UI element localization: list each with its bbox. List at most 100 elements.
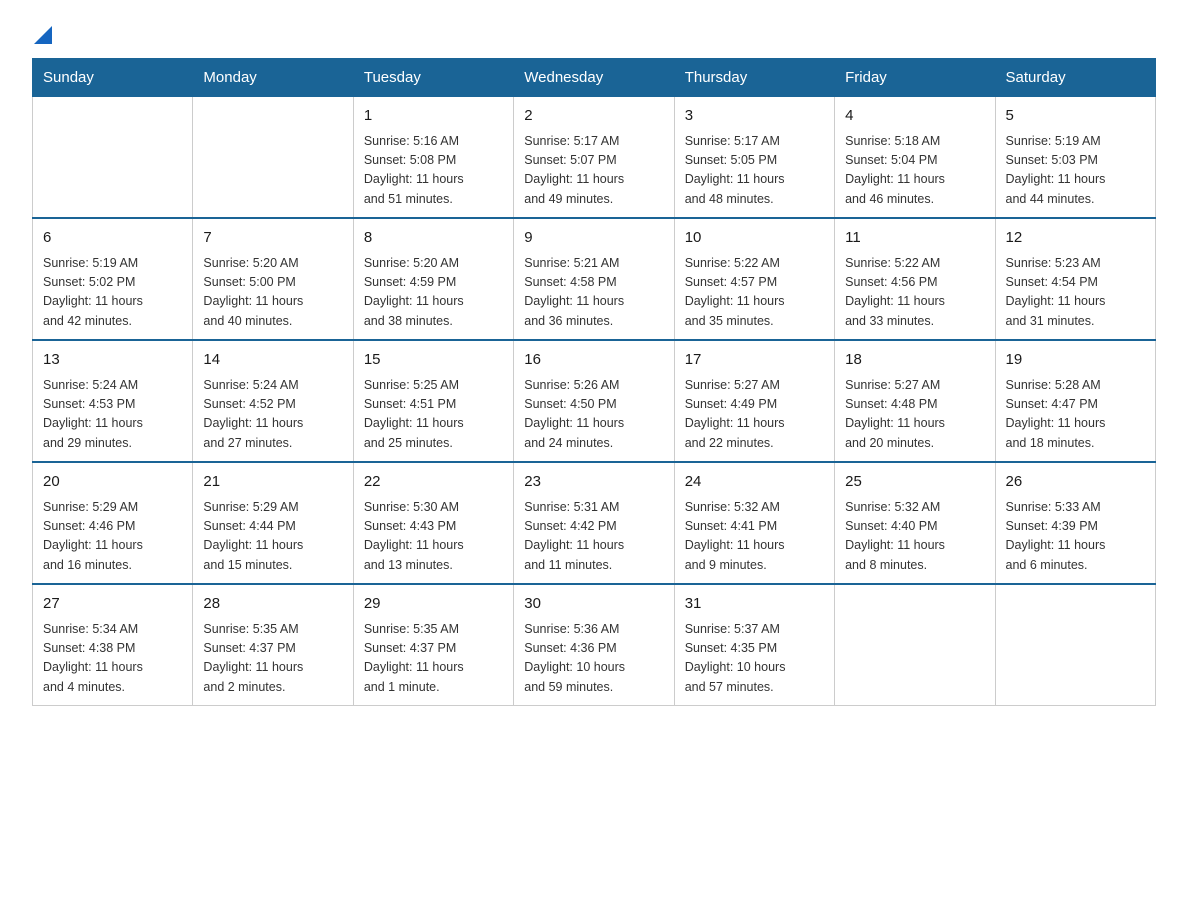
calendar-cell: 6Sunrise: 5:19 AM Sunset: 5:02 PM Daylig… (33, 218, 193, 340)
day-number: 3 (685, 105, 824, 128)
calendar-cell: 27 Sunrise: 5:34 AM Sunset: 4:38 PM Dayli… (33, 584, 193, 706)
day-info: Sunrise: 5:32 AM Sunset: 4:41 PM Dayligh… (685, 498, 824, 576)
calendar-cell: 15 Sunrise: 5:25 AM Sunset: 4:51 PM Dayli… (353, 340, 513, 462)
day-number: 17 (685, 349, 824, 372)
day-info: Sunrise: 5:22 AM Sunset: 4:56 PM Dayligh… (845, 254, 984, 332)
calendar-table: SundayMondayTuesdayWednesdayThursdayFrid… (32, 58, 1156, 706)
day-number: 5 (1006, 105, 1145, 128)
calendar-cell: 4Sunrise: 5:18 AM Sunset: 5:04 PM Daylig… (835, 97, 995, 219)
calendar-cell: 23 Sunrise: 5:31 AM Sunset: 4:42 PM Dayli… (514, 462, 674, 584)
day-info: Sunrise: 5:22 AM Sunset: 4:57 PM Dayligh… (685, 254, 824, 332)
day-info: Sunrise: 5:32 AM Sunset: 4:40 PM Dayligh… (845, 498, 984, 576)
weekday-header-thursday: Thursday (674, 59, 834, 97)
calendar-cell: 28 Sunrise: 5:35 AM Sunset: 4:37 PM Dayli… (193, 584, 353, 706)
day-number: 14 (203, 349, 342, 372)
day-number: 15 (364, 349, 503, 372)
weekday-header-sunday: Sunday (33, 59, 193, 97)
calendar-cell: 1 Sunrise: 5:16 AM Sunset: 5:08 PM Daylig… (353, 97, 513, 219)
day-info: Sunrise: 5:34 AM Sunset: 4:38 PM Dayligh… (43, 620, 182, 698)
calendar-cell: 18Sunrise: 5:27 AM Sunset: 4:48 PM Dayli… (835, 340, 995, 462)
calendar-cell: 14 Sunrise: 5:24 AM Sunset: 4:52 PM Dayli… (193, 340, 353, 462)
day-info: Sunrise: 5:29 AM Sunset: 4:46 PM Dayligh… (43, 498, 182, 576)
calendar-cell: 25 Sunrise: 5:32 AM Sunset: 4:40 PM Dayli… (835, 462, 995, 584)
day-number: 23 (524, 471, 663, 494)
day-info: Sunrise: 5:31 AM Sunset: 4:42 PM Dayligh… (524, 498, 663, 576)
day-number: 4 (845, 105, 984, 128)
logo (32, 28, 54, 46)
calendar-cell: 20 Sunrise: 5:29 AM Sunset: 4:46 PM Dayli… (33, 462, 193, 584)
weekday-header-saturday: Saturday (995, 59, 1155, 97)
day-info: Sunrise: 5:26 AM Sunset: 4:50 PM Dayligh… (524, 376, 663, 454)
day-number: 22 (364, 471, 503, 494)
day-info: Sunrise: 5:35 AM Sunset: 4:37 PM Dayligh… (364, 620, 503, 698)
day-number: 18 (845, 349, 984, 372)
day-number: 26 (1006, 471, 1145, 494)
calendar-cell (33, 97, 193, 219)
day-number: 21 (203, 471, 342, 494)
day-number: 9 (524, 227, 663, 250)
day-info: Sunrise: 5:35 AM Sunset: 4:37 PM Dayligh… (203, 620, 342, 698)
day-number: 24 (685, 471, 824, 494)
calendar-cell: 8 Sunrise: 5:20 AM Sunset: 4:59 PM Daylig… (353, 218, 513, 340)
calendar-cell (193, 97, 353, 219)
calendar-week-row: 1 Sunrise: 5:16 AM Sunset: 5:08 PM Daylig… (33, 97, 1156, 219)
day-info: Sunrise: 5:19 AM Sunset: 5:02 PM Dayligh… (43, 254, 182, 332)
day-info: Sunrise: 5:20 AM Sunset: 4:59 PM Dayligh… (364, 254, 503, 332)
day-number: 2 (524, 105, 663, 128)
weekday-header-friday: Friday (835, 59, 995, 97)
day-number: 10 (685, 227, 824, 250)
day-info: Sunrise: 5:16 AM Sunset: 5:08 PM Dayligh… (364, 132, 503, 210)
day-info: Sunrise: 5:24 AM Sunset: 4:53 PM Dayligh… (43, 376, 182, 454)
calendar-week-row: 27 Sunrise: 5:34 AM Sunset: 4:38 PM Dayli… (33, 584, 1156, 706)
day-number: 11 (845, 227, 984, 250)
day-number: 8 (364, 227, 503, 250)
day-info: Sunrise: 5:36 AM Sunset: 4:36 PM Dayligh… (524, 620, 663, 698)
calendar-cell: 12 Sunrise: 5:23 AM Sunset: 4:54 PM Dayli… (995, 218, 1155, 340)
day-info: Sunrise: 5:30 AM Sunset: 4:43 PM Dayligh… (364, 498, 503, 576)
day-info: Sunrise: 5:20 AM Sunset: 5:00 PM Dayligh… (203, 254, 342, 332)
calendar-cell: 21 Sunrise: 5:29 AM Sunset: 4:44 PM Dayli… (193, 462, 353, 584)
calendar-cell: 5 Sunrise: 5:19 AM Sunset: 5:03 PM Daylig… (995, 97, 1155, 219)
day-info: Sunrise: 5:33 AM Sunset: 4:39 PM Dayligh… (1006, 498, 1145, 576)
weekday-header-monday: Monday (193, 59, 353, 97)
day-info: Sunrise: 5:17 AM Sunset: 5:07 PM Dayligh… (524, 132, 663, 210)
day-info: Sunrise: 5:21 AM Sunset: 4:58 PM Dayligh… (524, 254, 663, 332)
calendar-cell: 24 Sunrise: 5:32 AM Sunset: 4:41 PM Dayli… (674, 462, 834, 584)
calendar-week-row: 13 Sunrise: 5:24 AM Sunset: 4:53 PM Dayli… (33, 340, 1156, 462)
calendar-cell: 9 Sunrise: 5:21 AM Sunset: 4:58 PM Daylig… (514, 218, 674, 340)
weekday-header-row: SundayMondayTuesdayWednesdayThursdayFrid… (33, 59, 1156, 97)
day-info: Sunrise: 5:19 AM Sunset: 5:03 PM Dayligh… (1006, 132, 1145, 210)
day-number: 1 (364, 105, 503, 128)
calendar-cell: 22 Sunrise: 5:30 AM Sunset: 4:43 PM Dayli… (353, 462, 513, 584)
calendar-cell (835, 584, 995, 706)
calendar-cell: 29 Sunrise: 5:35 AM Sunset: 4:37 PM Dayli… (353, 584, 513, 706)
weekday-header-tuesday: Tuesday (353, 59, 513, 97)
calendar-cell: 2 Sunrise: 5:17 AM Sunset: 5:07 PM Daylig… (514, 97, 674, 219)
day-info: Sunrise: 5:27 AM Sunset: 4:49 PM Dayligh… (685, 376, 824, 454)
calendar-cell: 10 Sunrise: 5:22 AM Sunset: 4:57 PM Dayli… (674, 218, 834, 340)
day-number: 29 (364, 593, 503, 616)
day-info: Sunrise: 5:25 AM Sunset: 4:51 PM Dayligh… (364, 376, 503, 454)
day-info: Sunrise: 5:24 AM Sunset: 4:52 PM Dayligh… (203, 376, 342, 454)
day-number: 13 (43, 349, 182, 372)
calendar-cell: 30 Sunrise: 5:36 AM Sunset: 4:36 PM Dayli… (514, 584, 674, 706)
calendar-cell: 26 Sunrise: 5:33 AM Sunset: 4:39 PM Dayli… (995, 462, 1155, 584)
logo-triangle-icon (34, 26, 54, 46)
calendar-cell (995, 584, 1155, 706)
day-number: 27 (43, 593, 182, 616)
day-number: 28 (203, 593, 342, 616)
day-number: 25 (845, 471, 984, 494)
day-number: 30 (524, 593, 663, 616)
page-header (32, 24, 1156, 46)
calendar-cell: 3 Sunrise: 5:17 AM Sunset: 5:05 PM Daylig… (674, 97, 834, 219)
weekday-header-wednesday: Wednesday (514, 59, 674, 97)
day-number: 31 (685, 593, 824, 616)
calendar-cell: 13 Sunrise: 5:24 AM Sunset: 4:53 PM Dayli… (33, 340, 193, 462)
calendar-cell: 31Sunrise: 5:37 AM Sunset: 4:35 PM Dayli… (674, 584, 834, 706)
day-number: 12 (1006, 227, 1145, 250)
day-number: 20 (43, 471, 182, 494)
day-info: Sunrise: 5:29 AM Sunset: 4:44 PM Dayligh… (203, 498, 342, 576)
calendar-cell: 7Sunrise: 5:20 AM Sunset: 5:00 PM Daylig… (193, 218, 353, 340)
day-info: Sunrise: 5:17 AM Sunset: 5:05 PM Dayligh… (685, 132, 824, 210)
day-info: Sunrise: 5:23 AM Sunset: 4:54 PM Dayligh… (1006, 254, 1145, 332)
